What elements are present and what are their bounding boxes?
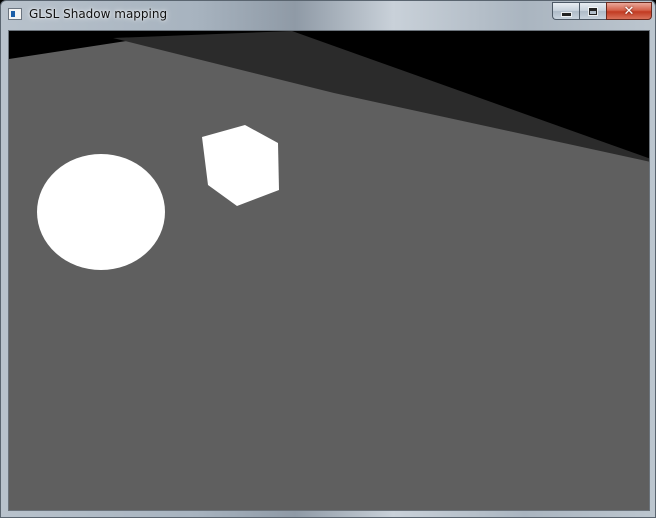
minimize-button[interactable] (552, 2, 579, 20)
title-bar[interactable]: GLSL Shadow mapping ✕ (1, 1, 655, 30)
app-window-icon[interactable] (8, 8, 22, 20)
scene-canvas (9, 31, 649, 510)
window-title: GLSL Shadow mapping (29, 7, 168, 21)
close-button[interactable]: ✕ (606, 2, 652, 20)
render-viewport[interactable] (8, 30, 650, 511)
minimize-icon (561, 12, 571, 16)
caption-buttons: ✕ (552, 2, 652, 21)
maximize-button[interactable] (579, 2, 606, 20)
maximize-icon (589, 7, 597, 15)
application-window: GLSL Shadow mapping ✕ (0, 0, 656, 518)
close-icon: ✕ (623, 3, 635, 19)
sphere (37, 154, 165, 270)
